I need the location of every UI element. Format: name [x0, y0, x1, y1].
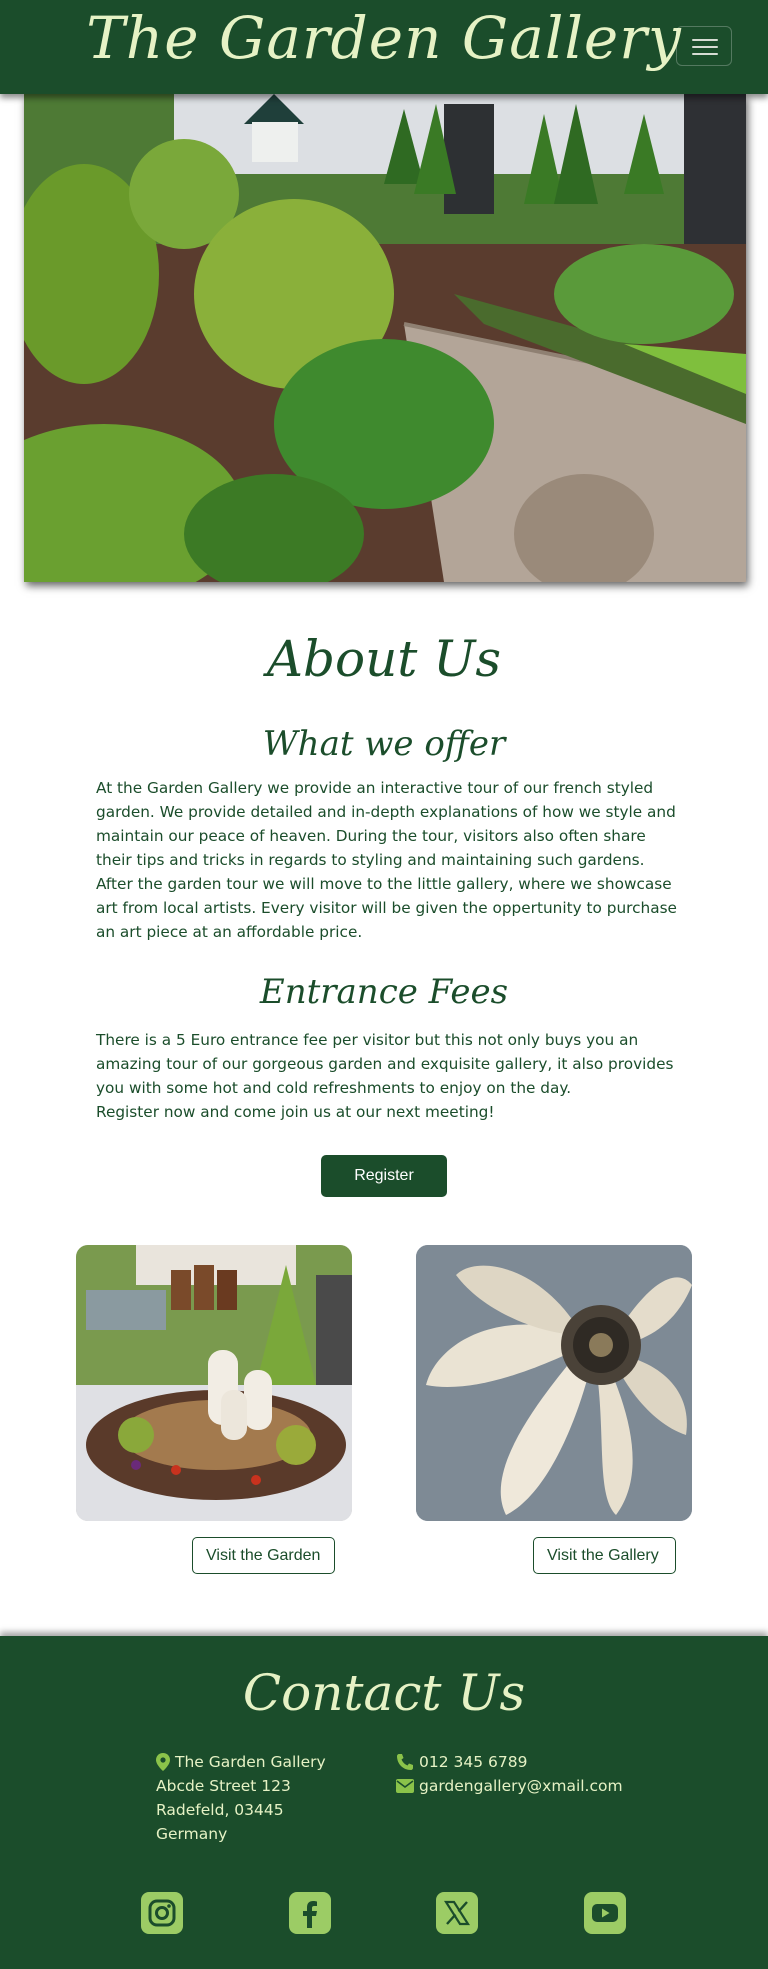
fees-text-line: Register now and come join us at our nex… — [96, 1103, 495, 1121]
facebook-icon[interactable] — [289, 1892, 331, 1934]
hamburger-icon-bar — [692, 39, 718, 41]
visit-garden-button[interactable]: Visit the Garden — [192, 1537, 335, 1574]
fees-text-line: There is a 5 Euro entrance fee per visit… — [96, 1031, 674, 1097]
fees-text: There is a 5 Euro entrance fee per visit… — [96, 1028, 680, 1124]
instagram-icon[interactable] — [141, 1892, 183, 1934]
email-line[interactable]: gardengallery@xmail.com — [396, 1774, 623, 1798]
gallery-card-image — [416, 1245, 692, 1521]
garden-centerpiece-photo — [76, 1245, 352, 1521]
brand-title[interactable]: The Garden Gallery — [0, 4, 768, 72]
address-street: Abcde Street 123 — [156, 1777, 291, 1795]
visit-gallery-button[interactable]: Visit the Gallery — [533, 1537, 676, 1574]
contact-title: Contact Us — [242, 1664, 526, 1722]
flower-painting-photo — [416, 1245, 692, 1521]
address-name-line: The Garden Gallery — [156, 1750, 326, 1774]
youtube-icon[interactable] — [584, 1892, 626, 1934]
hero-garden-image — [24, 94, 746, 582]
phone-icon — [397, 1754, 413, 1770]
fees-heading: Entrance Fees — [259, 972, 509, 1012]
garden-path-photo — [24, 94, 746, 582]
hamburger-icon-bar — [692, 53, 718, 55]
navbar: The Garden Gallery — [0, 0, 768, 94]
about-title: About Us — [266, 630, 502, 688]
address-block: The Garden Gallery Abcde Street 123 Rade… — [156, 1750, 326, 1846]
location-pin-icon — [156, 1753, 170, 1771]
address-country: Germany — [156, 1825, 228, 1843]
phone-number: 012 345 6789 — [419, 1753, 528, 1771]
address-name: The Garden Gallery — [175, 1753, 326, 1771]
register-button[interactable]: Register — [321, 1155, 447, 1197]
menu-toggle-button[interactable] — [676, 26, 732, 66]
offer-text: At the Garden Gallery we provide an inte… — [96, 779, 677, 941]
x-icon[interactable] — [436, 1892, 478, 1934]
hamburger-icon-bar — [692, 46, 718, 48]
address-city: Radefeld, 03445 — [156, 1801, 284, 1819]
contact-details: 012 345 6789 gardengallery@xmail.com — [396, 1750, 623, 1798]
contact-footer: Contact Us The Garden Gallery Abcde Stre… — [0, 1636, 768, 1969]
garden-card-image — [76, 1245, 352, 1521]
envelope-icon — [396, 1779, 414, 1793]
offer-heading: What we offer — [262, 724, 506, 764]
phone-line[interactable]: 012 345 6789 — [396, 1750, 623, 1774]
email-address: gardengallery@xmail.com — [419, 1777, 623, 1795]
